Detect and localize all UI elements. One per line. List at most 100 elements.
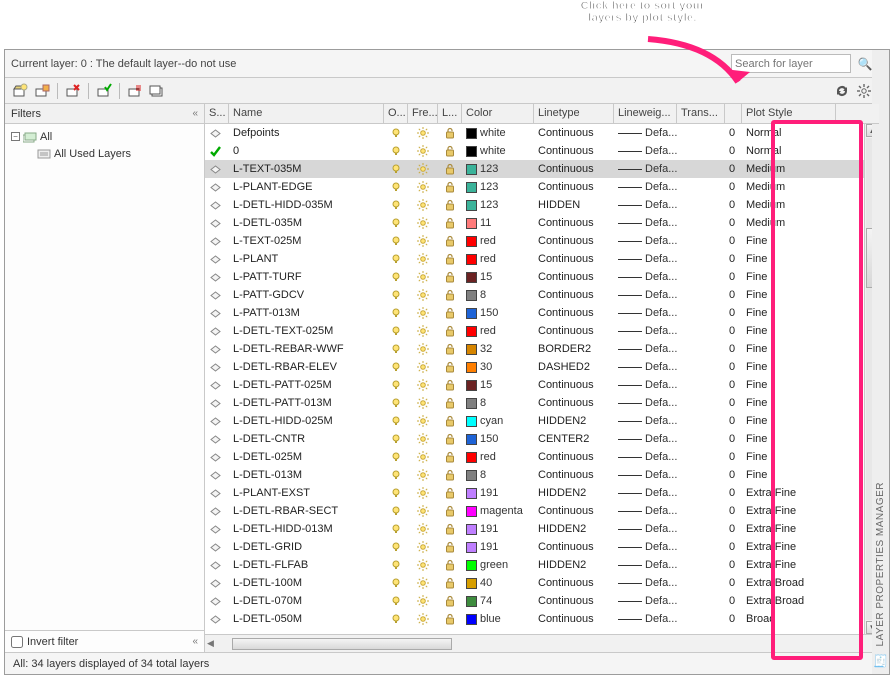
- freeze-toggle[interactable]: [408, 540, 438, 554]
- lineweight-cell[interactable]: Defa...: [614, 468, 677, 482]
- on-toggle[interactable]: [384, 271, 408, 283]
- trans-cell[interactable]: [677, 132, 725, 134]
- linetype-cell[interactable]: BORDER2: [534, 342, 614, 356]
- linetype-cell[interactable]: Continuous: [534, 252, 614, 266]
- on-toggle[interactable]: [384, 577, 408, 589]
- table-row[interactable]: L-TEXT-025MredContinuousDefa...0Fine: [205, 232, 879, 250]
- color-cell[interactable]: 15: [462, 270, 534, 284]
- trans-value[interactable]: 0: [725, 450, 742, 464]
- col-status[interactable]: S...: [205, 104, 229, 123]
- trans-value[interactable]: 0: [725, 306, 742, 320]
- plotstyle-cell[interactable]: Fine: [742, 450, 836, 464]
- color-cell[interactable]: white: [462, 126, 534, 140]
- color-cell[interactable]: blue: [462, 612, 534, 626]
- linetype-cell[interactable]: HIDDEN2: [534, 522, 614, 536]
- on-toggle[interactable]: [384, 361, 408, 373]
- lineweight-cell[interactable]: Defa...: [614, 180, 677, 194]
- trans-cell[interactable]: [677, 474, 725, 476]
- freeze-toggle[interactable]: [408, 144, 438, 158]
- freeze-toggle[interactable]: [408, 234, 438, 248]
- trans-cell[interactable]: [677, 420, 725, 422]
- lock-toggle[interactable]: [438, 252, 462, 266]
- trans-value[interactable]: 0: [725, 504, 742, 518]
- color-cell[interactable]: 150: [462, 432, 534, 446]
- color-cell[interactable]: 123: [462, 198, 534, 212]
- lock-toggle[interactable]: [438, 540, 462, 554]
- trans-cell[interactable]: [677, 600, 725, 602]
- color-cell[interactable]: 32: [462, 342, 534, 356]
- col-linetype[interactable]: Linetype: [534, 104, 614, 123]
- freeze-toggle[interactable]: [408, 450, 438, 464]
- layer-name-cell[interactable]: L-PLANT: [229, 252, 384, 266]
- trans-cell[interactable]: [677, 186, 725, 188]
- trans-cell[interactable]: [677, 438, 725, 440]
- layer-name-cell[interactable]: L-DETL-GRID: [229, 540, 384, 554]
- on-toggle[interactable]: [384, 325, 408, 337]
- lineweight-cell[interactable]: Defa...: [614, 360, 677, 374]
- plotstyle-cell[interactable]: Fine: [742, 342, 836, 356]
- color-cell[interactable]: 8: [462, 288, 534, 302]
- layer-name-cell[interactable]: L-DETL-HIDD-025M: [229, 414, 384, 428]
- lock-toggle[interactable]: [438, 342, 462, 356]
- plotstyle-cell[interactable]: Fine: [742, 396, 836, 410]
- trans-value[interactable]: 0: [725, 360, 742, 374]
- on-toggle[interactable]: [384, 253, 408, 265]
- plotstyle-cell[interactable]: Broad: [742, 612, 836, 626]
- trans-value[interactable]: 0: [725, 432, 742, 446]
- layer-name-cell[interactable]: L-TEXT-025M: [229, 234, 384, 248]
- trans-value[interactable]: 0: [725, 486, 742, 500]
- layer-name-cell[interactable]: L-DETL-070M: [229, 594, 384, 608]
- lineweight-cell[interactable]: Defa...: [614, 594, 677, 608]
- linetype-cell[interactable]: Continuous: [534, 468, 614, 482]
- linetype-cell[interactable]: HIDDEN2: [534, 414, 614, 428]
- layer-name-cell[interactable]: 0: [229, 144, 384, 158]
- trans-cell[interactable]: [677, 510, 725, 512]
- plotstyle-cell[interactable]: Fine: [742, 378, 836, 392]
- trans-cell[interactable]: [677, 330, 725, 332]
- color-cell[interactable]: red: [462, 234, 534, 248]
- table-row[interactable]: L-DETL-035M11ContinuousDefa...0Medium: [205, 214, 879, 232]
- table-row[interactable]: L-DETL-RBAR-ELEV30DASHED2Defa...0Fine: [205, 358, 879, 376]
- lock-toggle[interactable]: [438, 180, 462, 194]
- linetype-cell[interactable]: Continuous: [534, 126, 614, 140]
- on-toggle[interactable]: [384, 289, 408, 301]
- linetype-cell[interactable]: Continuous: [534, 504, 614, 518]
- linetype-cell[interactable]: Continuous: [534, 612, 614, 626]
- trans-value[interactable]: 0: [725, 468, 742, 482]
- on-toggle[interactable]: [384, 487, 408, 499]
- trans-cell[interactable]: [677, 294, 725, 296]
- on-toggle[interactable]: [384, 523, 408, 535]
- on-toggle[interactable]: [384, 541, 408, 553]
- color-cell[interactable]: 123: [462, 162, 534, 176]
- lineweight-cell[interactable]: Defa...: [614, 540, 677, 554]
- trans-cell[interactable]: [677, 204, 725, 206]
- trans-cell[interactable]: [677, 384, 725, 386]
- plotstyle-cell[interactable]: Extra Fine: [742, 540, 836, 554]
- table-row[interactable]: L-DETL-100M40ContinuousDefa...0Extra Bro…: [205, 574, 879, 592]
- table-row[interactable]: 0whiteContinuousDefa...0Normal: [205, 142, 879, 160]
- linetype-cell[interactable]: Continuous: [534, 378, 614, 392]
- trans-cell[interactable]: [677, 564, 725, 566]
- on-toggle[interactable]: [384, 451, 408, 463]
- trans-value[interactable]: 0: [725, 270, 742, 284]
- table-row[interactable]: L-DETL-013M8ContinuousDefa...0Fine: [205, 466, 879, 484]
- layer-name-cell[interactable]: L-DETL-025M: [229, 450, 384, 464]
- freeze-toggle[interactable]: [408, 198, 438, 212]
- layer-name-cell[interactable]: L-PATT-GDCV: [229, 288, 384, 302]
- trans-value[interactable]: 0: [725, 324, 742, 338]
- horizontal-scrollbar[interactable]: ◀: [205, 634, 879, 652]
- table-row[interactable]: L-DETL-GRID191ContinuousDefa...0Extra Fi…: [205, 538, 879, 556]
- lineweight-cell[interactable]: Defa...: [614, 378, 677, 392]
- plotstyle-cell[interactable]: Medium: [742, 180, 836, 194]
- plotstyle-cell[interactable]: Extra Fine: [742, 522, 836, 536]
- linetype-cell[interactable]: Continuous: [534, 270, 614, 284]
- on-toggle[interactable]: [384, 127, 408, 139]
- lock-toggle[interactable]: [438, 216, 462, 230]
- table-row[interactable]: L-DETL-RBAR-SECTmagentaContinuousDefa...…: [205, 502, 879, 520]
- color-cell[interactable]: cyan: [462, 414, 534, 428]
- new-layer-button[interactable]: [11, 82, 29, 100]
- plotstyle-cell[interactable]: Extra Broad: [742, 594, 836, 608]
- collapse-filters-icon[interactable]: «: [192, 108, 198, 119]
- table-row[interactable]: L-PATT-GDCV8ContinuousDefa...0Fine: [205, 286, 879, 304]
- grid-header[interactable]: S... Name O... Fre... L... Color Linetyp…: [205, 104, 879, 124]
